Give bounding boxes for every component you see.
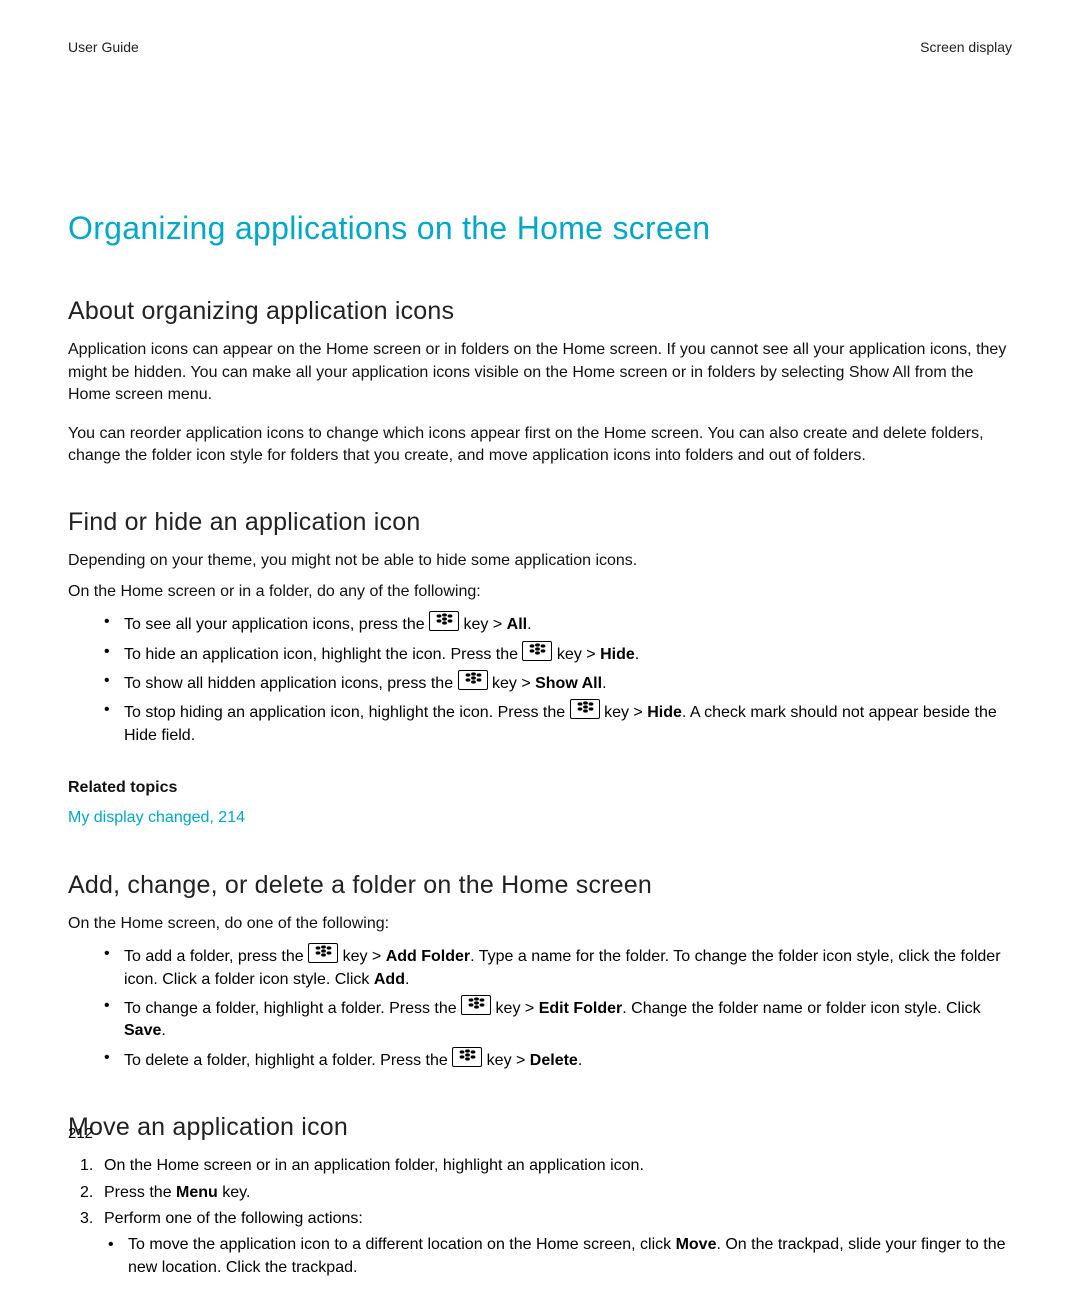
list-item: To hide an application icon, highlight t… — [124, 641, 1012, 666]
text: To change a folder, highlight a folder. … — [124, 1000, 461, 1017]
text: key > — [459, 616, 507, 633]
bold-text: Save — [124, 1022, 161, 1039]
menu-key-icon — [570, 699, 600, 719]
text: To hide an application icon, highlight t… — [124, 646, 522, 663]
bullet-list: To see all your application icons, press… — [68, 611, 1012, 747]
list-item: Press the Menu key. — [104, 1182, 1012, 1204]
section-heading-about: About organizing application icons — [68, 294, 1012, 329]
list-item: To show all hidden application icons, pr… — [124, 670, 1012, 695]
section-heading-folders: Add, change, or delete a folder on the H… — [68, 868, 1012, 903]
header-left: User Guide — [68, 38, 139, 58]
text: To add a folder, press the — [124, 948, 308, 965]
text: On the Home screen or in an application … — [104, 1157, 644, 1174]
running-header: User Guide Screen display — [68, 38, 1012, 58]
section-heading-find-hide: Find or hide an application icon — [68, 505, 1012, 540]
list-item: To see all your application icons, press… — [124, 611, 1012, 636]
text: key > — [600, 704, 648, 721]
body-text: On the Home screen or in a folder, do an… — [68, 581, 1012, 603]
text: key > — [488, 675, 536, 692]
text: key. — [218, 1184, 251, 1201]
text: To show all hidden application icons, pr… — [124, 675, 458, 692]
body-text: Application icons can appear on the Home… — [68, 339, 1012, 406]
bold-text: Delete — [530, 1052, 578, 1069]
bold-text: Show All — [535, 675, 602, 692]
text: Press the — [104, 1184, 176, 1201]
list-item: To stop hiding an application icon, high… — [124, 699, 1012, 747]
menu-key-icon — [522, 641, 552, 661]
related-link[interactable]: My display changed, 214 — [68, 807, 1012, 829]
text: . — [578, 1052, 582, 1069]
text: To delete a folder, highlight a folder. … — [124, 1052, 452, 1069]
text: key > — [482, 1052, 530, 1069]
bold-text: Move — [676, 1236, 717, 1253]
list-item: Perform one of the following actions: To… — [104, 1208, 1012, 1279]
menu-key-icon — [452, 1047, 482, 1067]
bold-text: Add — [374, 971, 405, 988]
bullet-list: To add a folder, press the key > Add Fol… — [68, 943, 1012, 1072]
text: To move the application icon to a differ… — [128, 1236, 676, 1253]
text: key > — [552, 646, 600, 663]
list-item: To move the application icon to a differ… — [128, 1234, 1012, 1279]
list-item: To delete a folder, highlight a folder. … — [124, 1047, 1012, 1072]
menu-key-icon — [308, 943, 338, 963]
text: . — [405, 971, 409, 988]
text: key > — [491, 1000, 539, 1017]
body-text: On the Home screen, do one of the follow… — [68, 913, 1012, 935]
menu-key-icon — [458, 670, 488, 690]
text: . — [635, 646, 639, 663]
bold-text: Hide — [600, 646, 635, 663]
page-title: Organizing applications on the Home scre… — [68, 206, 1012, 251]
header-right: Screen display — [920, 38, 1012, 58]
text: To stop hiding an application icon, high… — [124, 704, 570, 721]
menu-key-icon — [461, 995, 491, 1015]
text: . Change the folder name or folder icon … — [622, 1000, 980, 1017]
text: key > — [338, 948, 386, 965]
text: . — [527, 616, 531, 633]
related-topics-heading: Related topics — [68, 777, 1012, 799]
list-item: To add a folder, press the key > Add Fol… — [124, 943, 1012, 991]
list-item: To change a folder, highlight a folder. … — [124, 995, 1012, 1043]
bold-text: Edit Folder — [539, 1000, 623, 1017]
bullet-list: To move the application icon to a differ… — [104, 1234, 1012, 1279]
section-heading-move: Move an application icon — [68, 1110, 1012, 1145]
bold-text: All — [507, 616, 527, 633]
numbered-list: On the Home screen or in an application … — [68, 1155, 1012, 1279]
bold-text: Add Folder — [386, 948, 470, 965]
page-content: User Guide Screen display Organizing app… — [0, 0, 1080, 1279]
text: Perform one of the following actions: — [104, 1210, 363, 1227]
bold-text: Hide — [647, 704, 682, 721]
text: . — [161, 1022, 165, 1039]
body-text: You can reorder application icons to cha… — [68, 423, 1012, 468]
text: . — [602, 675, 606, 692]
body-text: Depending on your theme, you might not b… — [68, 550, 1012, 572]
bold-text: Menu — [176, 1184, 218, 1201]
menu-key-icon — [429, 611, 459, 631]
list-item: On the Home screen or in an application … — [104, 1155, 1012, 1177]
text: To see all your application icons, press… — [124, 616, 429, 633]
page-number: 212 — [68, 1123, 93, 1144]
